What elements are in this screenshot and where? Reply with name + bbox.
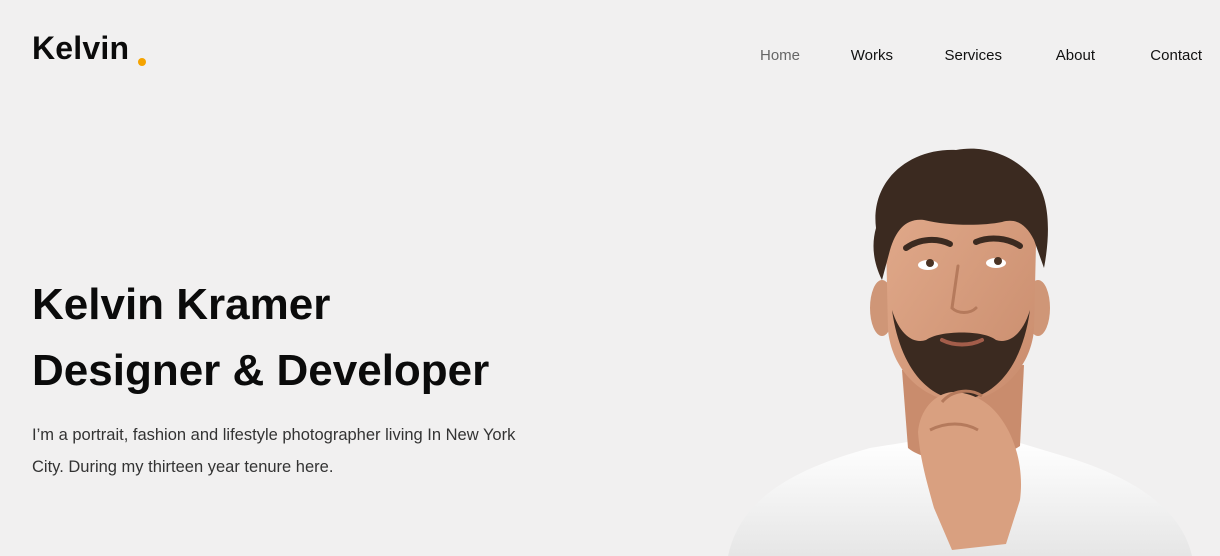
page: Kelvin Home Works Services About Contact… bbox=[0, 0, 1220, 556]
nav-item-about[interactable]: About bbox=[1056, 46, 1095, 66]
hero-description: I’m a portrait, fashion and lifestyle ph… bbox=[32, 426, 516, 476]
hero-title-name: Kelvin Kramer bbox=[32, 280, 331, 329]
nav-item-home[interactable]: Home bbox=[760, 46, 800, 66]
brand-logo[interactable]: Kelvin bbox=[32, 28, 129, 68]
logo-dot-icon bbox=[138, 58, 146, 66]
hero-title: Kelvin Kramer Designer & Developer bbox=[32, 272, 489, 404]
nav-item-services[interactable]: Services bbox=[944, 46, 1002, 66]
nav-item-works[interactable]: Works bbox=[851, 46, 893, 66]
hero-title-role: Designer & Developer bbox=[32, 346, 490, 395]
nav-item-contact[interactable]: Contact bbox=[1150, 46, 1202, 66]
portrait-image bbox=[728, 148, 1192, 556]
